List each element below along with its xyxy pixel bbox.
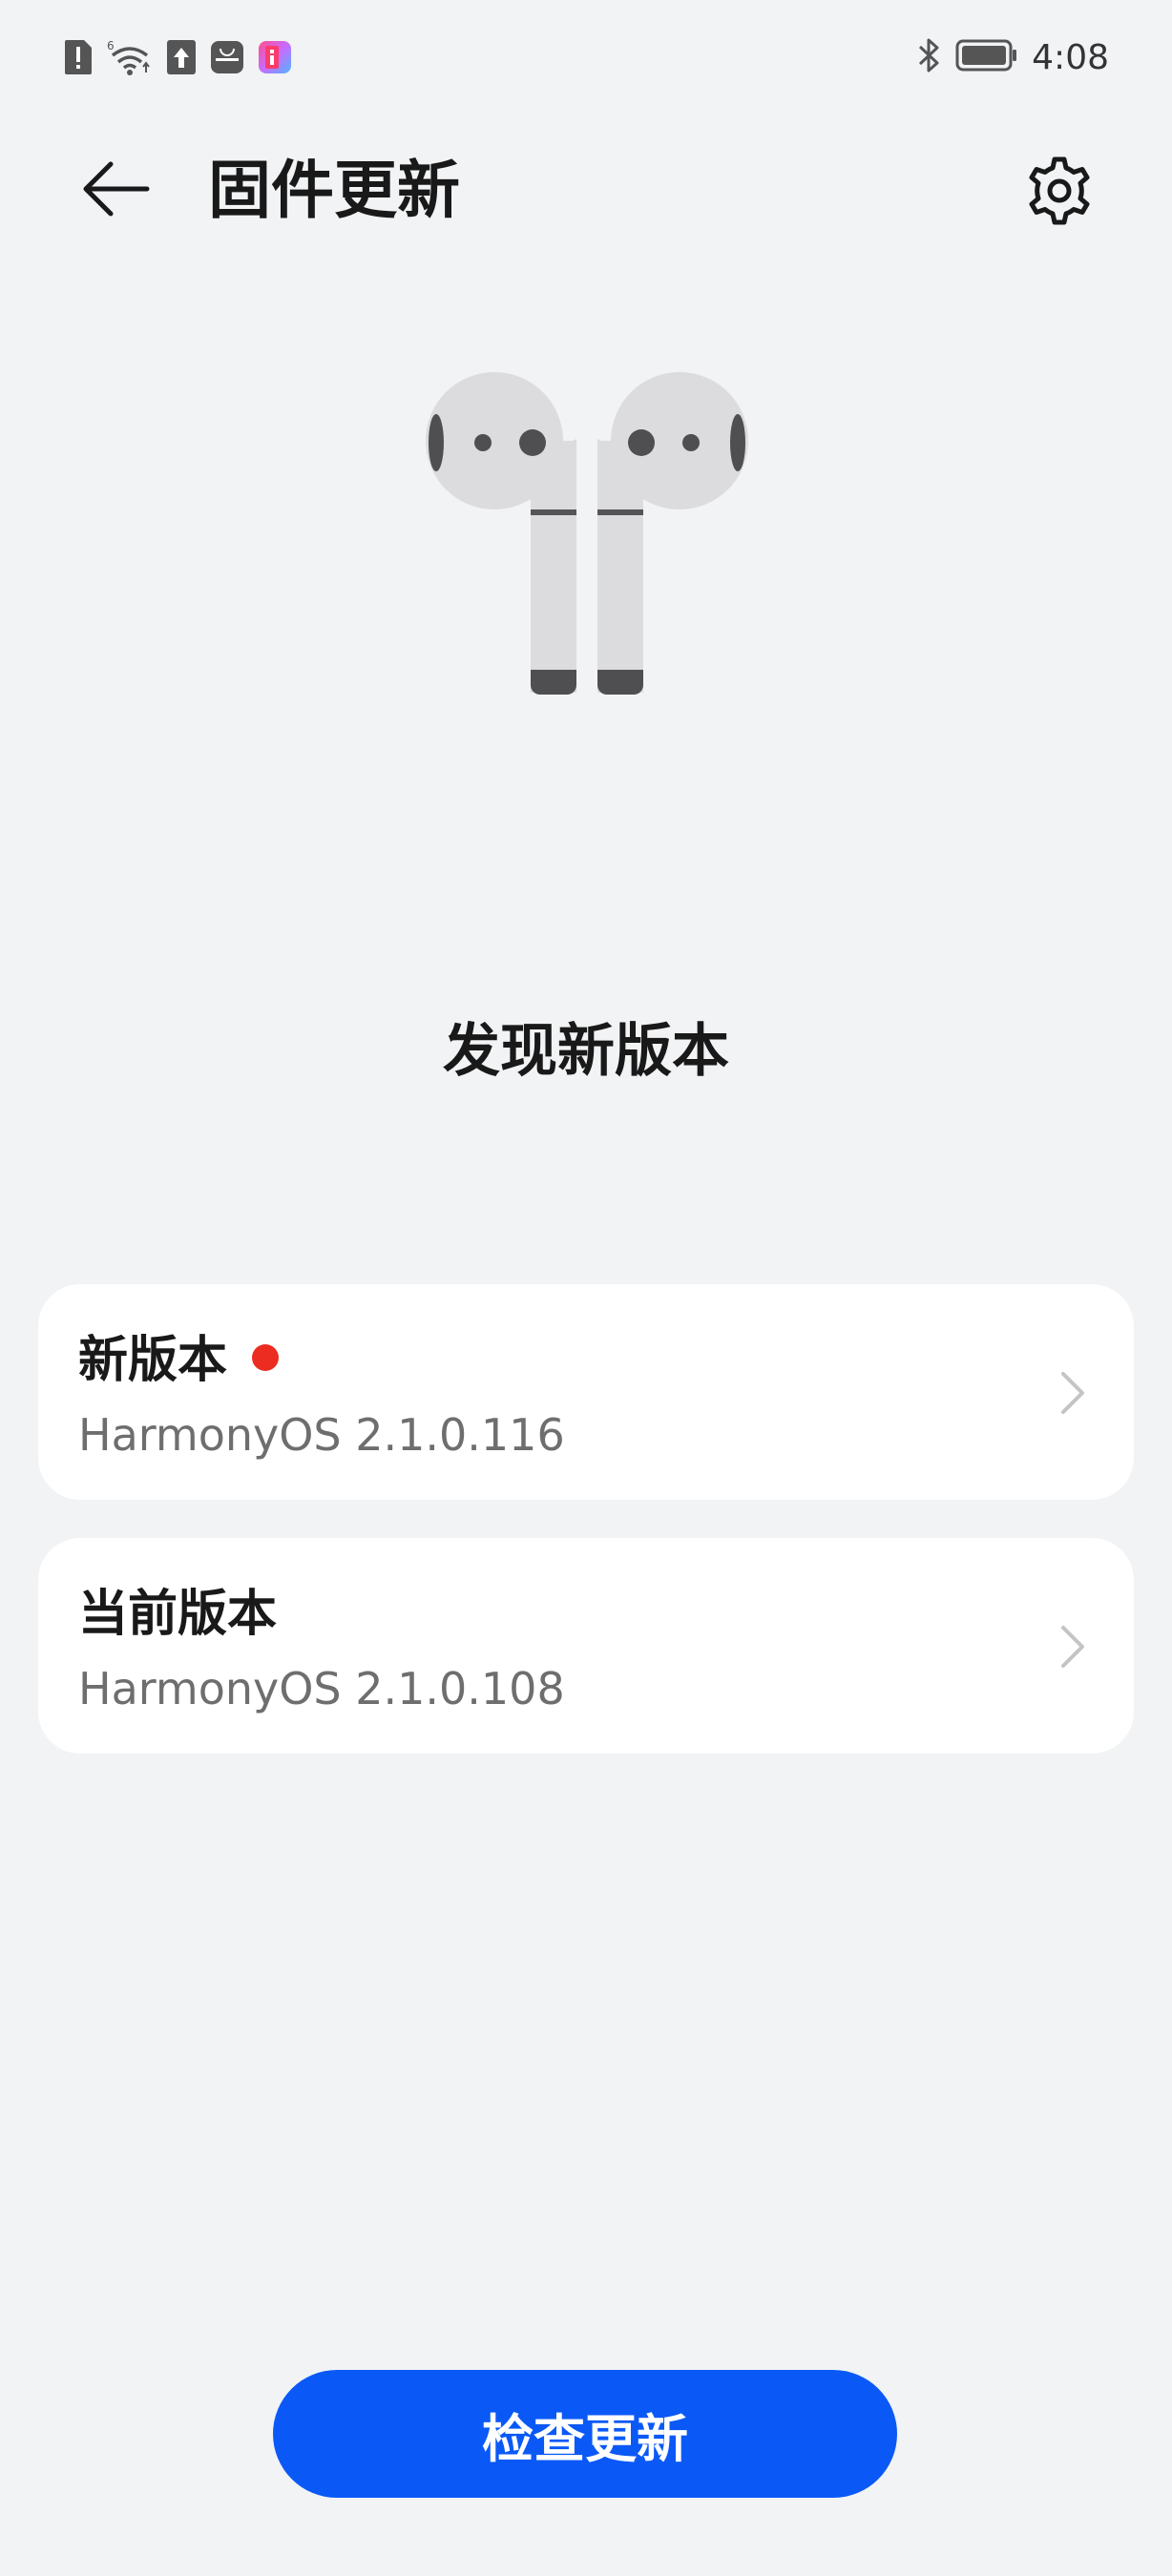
svg-text:6: 6 (107, 39, 115, 52)
left-earbud-icon (426, 372, 576, 695)
battery-icon (955, 38, 1018, 76)
card-title-row: 当前版本 (78, 1584, 277, 1645)
page-title: 固件更新 (208, 154, 460, 227)
status-icons-left: 6 (63, 38, 292, 80)
gear-icon (1023, 155, 1096, 231)
upload-icon (166, 38, 197, 80)
check-update-button[interactable]: 检查更新 (273, 2370, 897, 2498)
new-badge-dot (252, 1344, 280, 1371)
chevron-right-icon (1054, 1366, 1092, 1420)
wifi-6-icon: 6 (107, 38, 153, 80)
current-version-card[interactable]: 当前版本 HarmonyOS 2.1.0.108 (38, 1538, 1134, 1754)
settings-button[interactable] (1019, 153, 1099, 233)
card-title-row: 新版本 (78, 1330, 280, 1391)
back-button[interactable] (73, 153, 158, 229)
current-version-number: HarmonyOS 2.1.0.108 (78, 1663, 565, 1714)
app-header: 固件更新 (0, 134, 1172, 248)
chevron-right-icon (1054, 1620, 1092, 1673)
app-icon (258, 40, 292, 78)
back-arrow-icon (80, 158, 151, 223)
current-version-title: 当前版本 (78, 1586, 278, 1643)
status-bar: 6 4:08 (0, 0, 1172, 114)
status-time: 4:08 (1032, 37, 1109, 77)
new-version-card[interactable]: 新版本 HarmonyOS 2.1.0.116 (38, 1284, 1134, 1500)
bluetooth-icon (917, 36, 942, 78)
huawei-store-icon (210, 40, 244, 78)
new-version-title: 新版本 (78, 1332, 228, 1389)
status-icons-right: 4:08 (917, 36, 1109, 78)
right-earbud-icon (597, 372, 748, 695)
earbuds-illustration (420, 363, 754, 706)
new-version-found-heading: 发现新版本 (443, 1018, 729, 1085)
alert-icon (63, 38, 94, 80)
new-version-number: HarmonyOS 2.1.0.116 (78, 1409, 565, 1461)
